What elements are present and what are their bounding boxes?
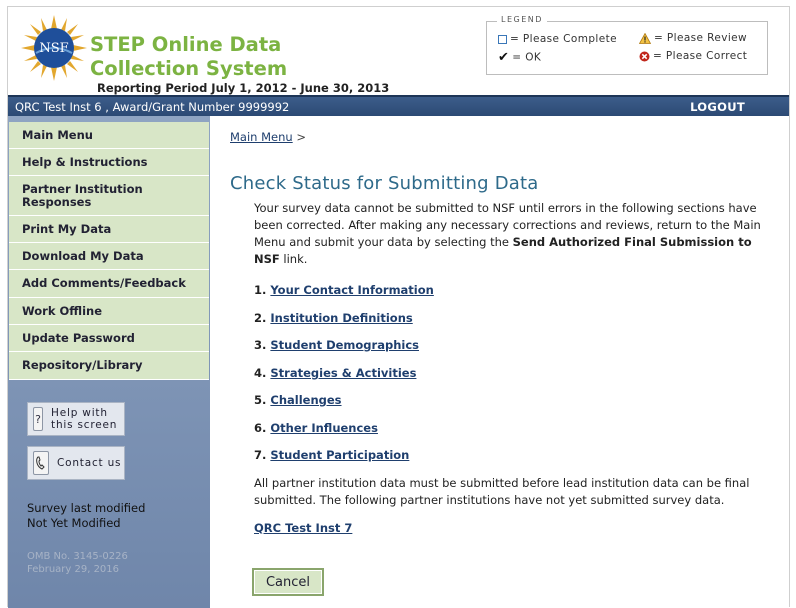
breadcrumb-separator: >	[296, 130, 306, 144]
section-link-other-influences[interactable]: Other Influences	[270, 421, 378, 435]
omb-number: OMB No. 3145-0226	[27, 551, 128, 562]
section-number: 5.	[254, 393, 267, 407]
app-title: STEP Online Data Collection System	[90, 33, 288, 80]
cancel-button[interactable]: Cancel	[252, 568, 324, 596]
sidebar-item-work-offline[interactable]: Work Offline	[9, 298, 209, 325]
partner-notice: All partner institution data must be sub…	[254, 476, 750, 507]
section-link-student-demographics[interactable]: Student Demographics	[270, 338, 419, 352]
section-number: 4.	[254, 366, 267, 380]
page-frame: NSF STEP Online Data Collection System R…	[7, 6, 790, 608]
omb-date: February 29, 2016	[27, 564, 120, 575]
section-link-strategies-activities[interactable]: Strategies & Activities	[270, 366, 416, 380]
legend-ok: ✔ = OK	[498, 50, 541, 65]
section-number: 7.	[254, 448, 267, 462]
sidebar-item-print[interactable]: Print My Data	[9, 216, 209, 243]
sidebar-item-repository[interactable]: Repository/Library	[9, 352, 209, 380]
section-item: 3. Student Demographics	[254, 338, 419, 352]
section-number: 2.	[254, 311, 267, 325]
survey-modified-info: Survey last modified Not Yet Modified	[27, 501, 145, 531]
section-item: 6. Other Influences	[254, 421, 378, 435]
warning-icon	[639, 32, 651, 44]
sidebar-item-main-menu[interactable]: Main Menu	[9, 122, 209, 149]
institution-bar: QRC Test Inst 6 , Award/Grant Number 999…	[8, 95, 789, 116]
intro-text: Your survey data cannot be submitted to …	[254, 200, 770, 268]
section-link-challenges[interactable]: Challenges	[270, 393, 341, 407]
survey-modified-label: Survey last modified	[27, 501, 146, 515]
section-item: 2. Institution Definitions	[254, 311, 413, 325]
survey-modified-value: Not Yet Modified	[27, 516, 121, 530]
sidebar-item-comments[interactable]: Add Comments/Feedback	[9, 270, 209, 298]
institution-award-label: QRC Test Inst 6 , Award/Grant Number 999…	[15, 100, 290, 114]
partner-institution-link[interactable]: QRC Test Inst 7	[254, 521, 352, 535]
legend-complete: = Please Complete	[498, 33, 617, 45]
omb-info: OMB No. 3145-0226 February 29, 2016	[27, 550, 128, 576]
header: NSF STEP Online Data Collection System R…	[8, 7, 789, 95]
legend: LEGEND = Please Complete ✔ = OK = Please …	[486, 15, 768, 75]
sidebar: Main Menu Help & Instructions Partner In…	[8, 116, 210, 608]
intro-text-end: link.	[279, 252, 308, 266]
help-screen-button[interactable]: ? Help with this screen	[27, 402, 125, 436]
empty-box-icon	[498, 34, 507, 44]
sidebar-item-partner-responses[interactable]: Partner Institution Responses	[9, 176, 209, 216]
section-number: 1.	[254, 283, 267, 297]
checkmark-icon: ✔	[498, 50, 510, 65]
legend-title: LEGEND	[497, 15, 547, 24]
legend-review: = Please Review	[639, 32, 747, 44]
contact-us-label: Contact us	[57, 457, 122, 469]
section-link-institution-definitions[interactable]: Institution Definitions	[270, 311, 412, 325]
section-item: 4. Strategies & Activities	[254, 366, 416, 380]
sidebar-item-help[interactable]: Help & Instructions	[9, 149, 209, 176]
section-link-student-participation[interactable]: Student Participation	[270, 448, 409, 462]
sidebar-item-download[interactable]: Download My Data	[9, 243, 209, 270]
phone-icon	[33, 451, 49, 475]
main-content: Main Menu > Check Status for Submitting …	[210, 116, 789, 608]
breadcrumb: Main Menu >	[230, 130, 306, 144]
error-icon	[639, 51, 650, 62]
page-title: Check Status for Submitting Data	[230, 173, 539, 194]
help-icon: ?	[33, 407, 44, 431]
legend-ok-label: = OK	[512, 51, 542, 64]
contact-us-button[interactable]: Contact us	[27, 446, 125, 480]
legend-review-label: = Please Review	[654, 32, 748, 44]
section-number: 3.	[254, 338, 267, 352]
legend-complete-label: = Please Complete	[510, 33, 617, 45]
help-screen-label: Help with this screen	[51, 407, 118, 431]
legend-correct: = Please Correct	[639, 50, 747, 62]
legend-correct-label: = Please Correct	[653, 50, 748, 62]
section-item: 5. Challenges	[254, 393, 342, 407]
logout-link[interactable]: LOGOUT	[690, 100, 745, 114]
breadcrumb-main-menu[interactable]: Main Menu	[230, 130, 293, 144]
section-link-contact-info[interactable]: Your Contact Information	[270, 283, 433, 297]
nsf-logo: NSF	[21, 15, 87, 81]
section-number: 6.	[254, 421, 267, 435]
sidebar-item-update-password[interactable]: Update Password	[9, 325, 209, 352]
reporting-period: Reporting Period July 1, 2012 - June 30,…	[97, 81, 390, 95]
logo-text: NSF	[39, 41, 68, 56]
section-item: 7. Student Participation	[254, 448, 409, 462]
section-item: 1. Your Contact Information	[254, 283, 434, 297]
